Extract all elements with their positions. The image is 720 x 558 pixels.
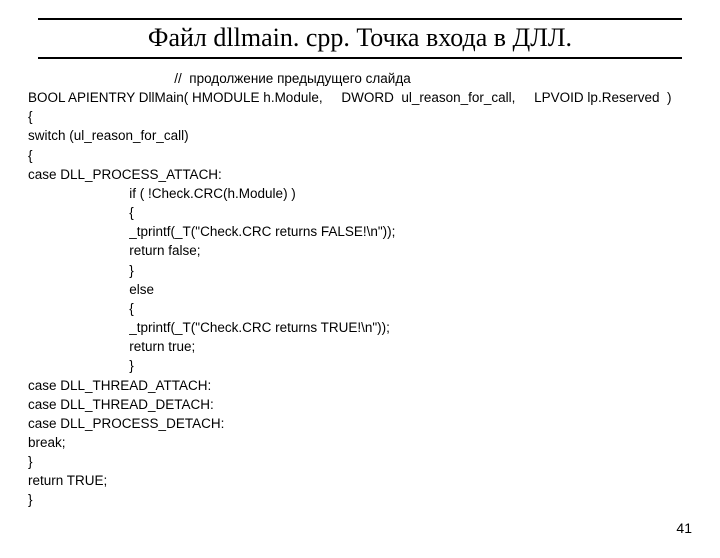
- page-number: 41: [676, 520, 692, 536]
- slide-title-bar: Файл dllmain. cpp. Точка входа в ДЛЛ.: [38, 18, 682, 59]
- slide-title: Файл dllmain. cpp. Точка входа в ДЛЛ.: [148, 23, 572, 52]
- code-block: // продолжение предыдущего слайда BOOL A…: [28, 69, 692, 510]
